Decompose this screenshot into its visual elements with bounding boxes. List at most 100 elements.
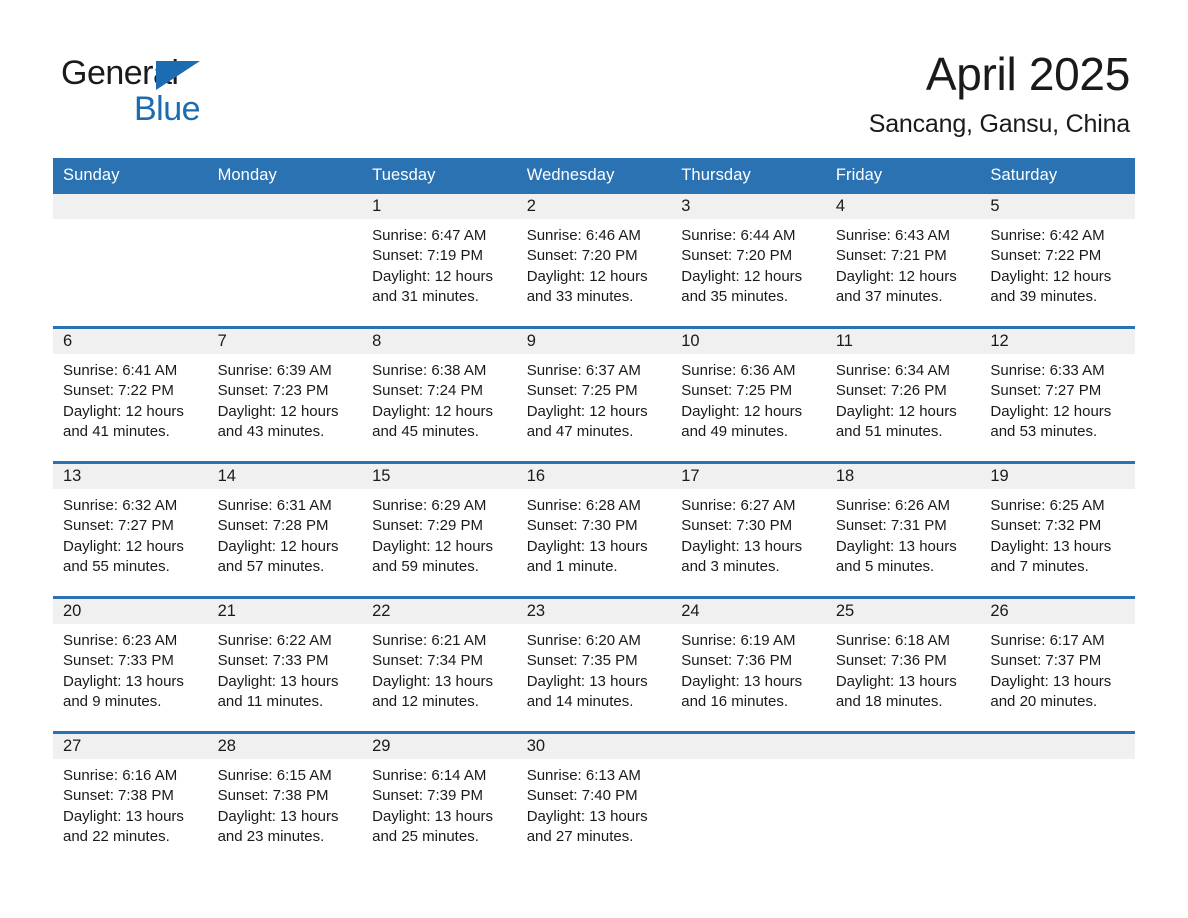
title-block: April 2025 Sancang, Gansu, China — [868, 48, 1131, 139]
daylight-text-line2: and 49 minutes. — [681, 422, 788, 440]
calendar-cell: 9 Sunrise: 6:37 AM Sunset: 7:25 PM Daylight… — [516, 326, 672, 463]
calendar-day-cell[interactable]: 18 Sunrise: 6:26 AM Sunset: 7:31 PM Dayligh… — [825, 464, 981, 596]
day-number: 16 — [516, 464, 672, 489]
calendar-cell: 19 Sunrise: 6:25 AM Sunset: 7:32 PM Dayligh… — [980, 461, 1135, 598]
weekday-header-wednesday: Wednesday — [516, 158, 672, 194]
day-details: Sunrise: 6:27 AM Sunset: 7:30 PM Daylight:… — [671, 489, 826, 577]
day-details: Sunrise: 6:41 AM Sunset: 7:22 PM Daylight:… — [53, 354, 208, 442]
day-number: 1 — [362, 194, 517, 219]
calendar-day-cell[interactable]: 19 Sunrise: 6:25 AM Sunset: 7:32 PM Dayligh… — [980, 464, 1135, 596]
calendar-day-cell[interactable]: 11 Sunrise: 6:34 AM Sunset: 7:26 PM Dayligh… — [825, 329, 981, 461]
daylight-text-line1: Daylight: 12 hours — [681, 402, 803, 420]
sunset-text: Sunset: 7:27 PM — [63, 517, 174, 535]
day-number: 29 — [362, 734, 517, 759]
calendar-day-cell[interactable]: 26 Sunrise: 6:17 AM Sunset: 7:37 PM Dayligh… — [980, 599, 1135, 731]
day-number: 2 — [516, 194, 672, 219]
daylight-text-line1: Daylight: 12 hours — [990, 267, 1112, 285]
sunrise-text: Sunrise: 6:36 AM — [681, 362, 796, 379]
sunset-text: Sunset: 7:36 PM — [681, 652, 793, 670]
calendar-day-cell[interactable]: 5 Sunrise: 6:42 AM Sunset: 7:22 PM Daylight… — [980, 194, 1135, 326]
calendar-day-cell[interactable]: 27 Sunrise: 6:16 AM Sunset: 7:38 PM Dayligh… — [53, 734, 208, 866]
day-number: 7 — [207, 329, 363, 354]
calendar-day-cell[interactable]: 25 Sunrise: 6:18 AM Sunset: 7:36 PM Dayligh… — [825, 599, 981, 731]
sunset-text: Sunset: 7:38 PM — [217, 787, 329, 805]
daylight-text-line2: and 22 minutes. — [63, 827, 170, 845]
calendar-day-cell[interactable]: 3 Sunrise: 6:44 AM Sunset: 7:20 PM Daylight… — [671, 194, 826, 326]
calendar-cell: 22 Sunrise: 6:21 AM Sunset: 7:34 PM Dayligh… — [362, 596, 517, 733]
calendar-cell: 28 Sunrise: 6:15 AM Sunset: 7:38 PM Dayligh… — [207, 731, 363, 866]
calendar-day-cell[interactable]: 30 Sunrise: 6:13 AM Sunset: 7:40 PM Dayligh… — [516, 734, 672, 866]
daylight-text-line2: and 43 minutes. — [217, 422, 325, 440]
calendar-cell: 26 Sunrise: 6:17 AM Sunset: 7:37 PM Dayligh… — [980, 596, 1135, 733]
sunrise-text: Sunrise: 6:37 AM — [526, 362, 641, 379]
calendar-cell — [207, 194, 363, 328]
day-number: 15 — [362, 464, 517, 489]
day-details: Sunrise: 6:17 AM Sunset: 7:37 PM Daylight:… — [980, 624, 1135, 712]
sunset-text: Sunset: 7:20 PM — [526, 247, 638, 265]
weekday-header-sunday: Sunday — [53, 158, 208, 194]
calendar-cell: 10 Sunrise: 6:36 AM Sunset: 7:25 PM Dayligh… — [671, 326, 826, 463]
day-number: 24 — [671, 599, 826, 624]
day-number: 17 — [671, 464, 826, 489]
day-details: Sunrise: 6:25 AM Sunset: 7:32 PM Daylight:… — [980, 489, 1135, 577]
calendar-day-cell[interactable]: 21 Sunrise: 6:22 AM Sunset: 7:33 PM Dayligh… — [207, 599, 363, 731]
daylight-text-line2: and 20 minutes. — [990, 692, 1098, 710]
daylight-text-line1: Daylight: 13 hours — [681, 672, 803, 690]
calendar-cell: 16 Sunrise: 6:28 AM Sunset: 7:30 PM Dayligh… — [516, 461, 672, 598]
calendar-day-cell[interactable]: 17 Sunrise: 6:27 AM Sunset: 7:30 PM Dayligh… — [671, 464, 826, 596]
calendar-day-cell[interactable]: 9 Sunrise: 6:37 AM Sunset: 7:25 PM Daylight… — [516, 329, 672, 461]
daylight-text-line1: Daylight: 12 hours — [217, 402, 339, 420]
calendar-day-cell[interactable]: 12 Sunrise: 6:33 AM Sunset: 7:27 PM Dayligh… — [980, 329, 1135, 461]
calendar-day-cell[interactable]: 28 Sunrise: 6:15 AM Sunset: 7:38 PM Dayligh… — [207, 734, 363, 866]
calendar-day-cell[interactable]: 29 Sunrise: 6:14 AM Sunset: 7:39 PM Dayligh… — [362, 734, 517, 866]
day-number: 26 — [980, 599, 1135, 624]
calendar-day-cell[interactable]: 16 Sunrise: 6:28 AM Sunset: 7:30 PM Dayligh… — [516, 464, 672, 596]
sunrise-text: Sunrise: 6:20 AM — [526, 632, 641, 649]
calendar-day-cell[interactable]: 1 Sunrise: 6:47 AM Sunset: 7:19 PM Daylight… — [362, 194, 517, 326]
calendar-day-cell[interactable]: 15 Sunrise: 6:29 AM Sunset: 7:29 PM Dayligh… — [362, 464, 517, 596]
calendar-day-cell[interactable]: 22 Sunrise: 6:21 AM Sunset: 7:34 PM Dayligh… — [362, 599, 517, 731]
sunset-text: Sunset: 7:34 PM — [372, 652, 484, 670]
daylight-text-line1: Daylight: 12 hours — [835, 402, 957, 420]
sunrise-text: Sunrise: 6:42 AM — [990, 227, 1105, 244]
sunset-text: Sunset: 7:29 PM — [372, 517, 484, 535]
calendar-day-cell[interactable]: 6 Sunrise: 6:41 AM Sunset: 7:22 PM Daylight… — [53, 329, 208, 461]
day-number: 21 — [207, 599, 363, 624]
calendar-day-cell-empty — [53, 194, 208, 326]
sunset-text: Sunset: 7:36 PM — [835, 652, 947, 670]
calendar-cell: 24 Sunrise: 6:19 AM Sunset: 7:36 PM Dayligh… — [671, 596, 826, 733]
day-number: 14 — [207, 464, 363, 489]
day-details: Sunrise: 6:34 AM Sunset: 7:26 PM Daylight:… — [826, 354, 981, 442]
calendar-day-cell-empty — [671, 734, 826, 866]
calendar-cell: 30 Sunrise: 6:13 AM Sunset: 7:40 PM Dayligh… — [516, 731, 672, 866]
sunset-text: Sunset: 7:40 PM — [526, 787, 638, 805]
calendar-day-cell[interactable]: 23 Sunrise: 6:20 AM Sunset: 7:35 PM Dayligh… — [516, 599, 672, 731]
weekday-header-saturday: Saturday — [980, 158, 1135, 194]
daylight-text-line1: Daylight: 13 hours — [526, 672, 648, 690]
calendar-day-cell[interactable]: 4 Sunrise: 6:43 AM Sunset: 7:21 PM Daylight… — [825, 194, 981, 326]
calendar-day-cell[interactable]: 10 Sunrise: 6:36 AM Sunset: 7:25 PM Dayligh… — [671, 329, 826, 461]
calendar-week-row: 1 Sunrise: 6:47 AM Sunset: 7:19 PM Daylight… — [53, 194, 1135, 328]
daylight-text-line1: Daylight: 12 hours — [63, 402, 184, 420]
calendar-day-cell[interactable]: 13 Sunrise: 6:32 AM Sunset: 7:27 PM Dayligh… — [53, 464, 208, 596]
sunset-text: Sunset: 7:37 PM — [990, 652, 1102, 670]
calendar-cell: 12 Sunrise: 6:33 AM Sunset: 7:27 PM Dayligh… — [980, 326, 1135, 463]
day-details: Sunrise: 6:29 AM Sunset: 7:29 PM Daylight:… — [362, 489, 517, 577]
sunrise-text: Sunrise: 6:18 AM — [835, 632, 951, 649]
day-details: Sunrise: 6:31 AM Sunset: 7:28 PM Daylight:… — [208, 489, 363, 577]
calendar-day-cell[interactable]: 7 Sunrise: 6:39 AM Sunset: 7:23 PM Daylight… — [207, 329, 363, 461]
day-number: 30 — [516, 734, 672, 759]
day-number: 20 — [53, 599, 208, 624]
page-subtitle-location: Sancang, Gansu, China — [868, 109, 1130, 138]
calendar-day-cell[interactable]: 24 Sunrise: 6:19 AM Sunset: 7:36 PM Dayligh… — [671, 599, 826, 731]
day-number: 8 — [362, 329, 517, 354]
calendar-day-cell[interactable]: 14 Sunrise: 6:31 AM Sunset: 7:28 PM Dayligh… — [207, 464, 363, 596]
daylight-text-line2: and 33 minutes. — [526, 287, 634, 305]
daylight-text-line2: and 3 minutes. — [681, 557, 780, 575]
calendar-day-cell[interactable]: 8 Sunrise: 6:38 AM Sunset: 7:24 PM Daylight… — [362, 329, 517, 461]
daylight-text-line2: and 25 minutes. — [372, 827, 479, 845]
calendar-day-cell[interactable]: 2 Sunrise: 6:46 AM Sunset: 7:20 PM Daylight… — [516, 194, 672, 326]
calendar-day-cell[interactable]: 20 Sunrise: 6:23 AM Sunset: 7:33 PM Dayligh… — [53, 599, 208, 731]
general-blue-logo[interactable]: General Blue — [58, 48, 258, 134]
day-details: Sunrise: 6:44 AM Sunset: 7:20 PM Daylight:… — [671, 219, 826, 307]
